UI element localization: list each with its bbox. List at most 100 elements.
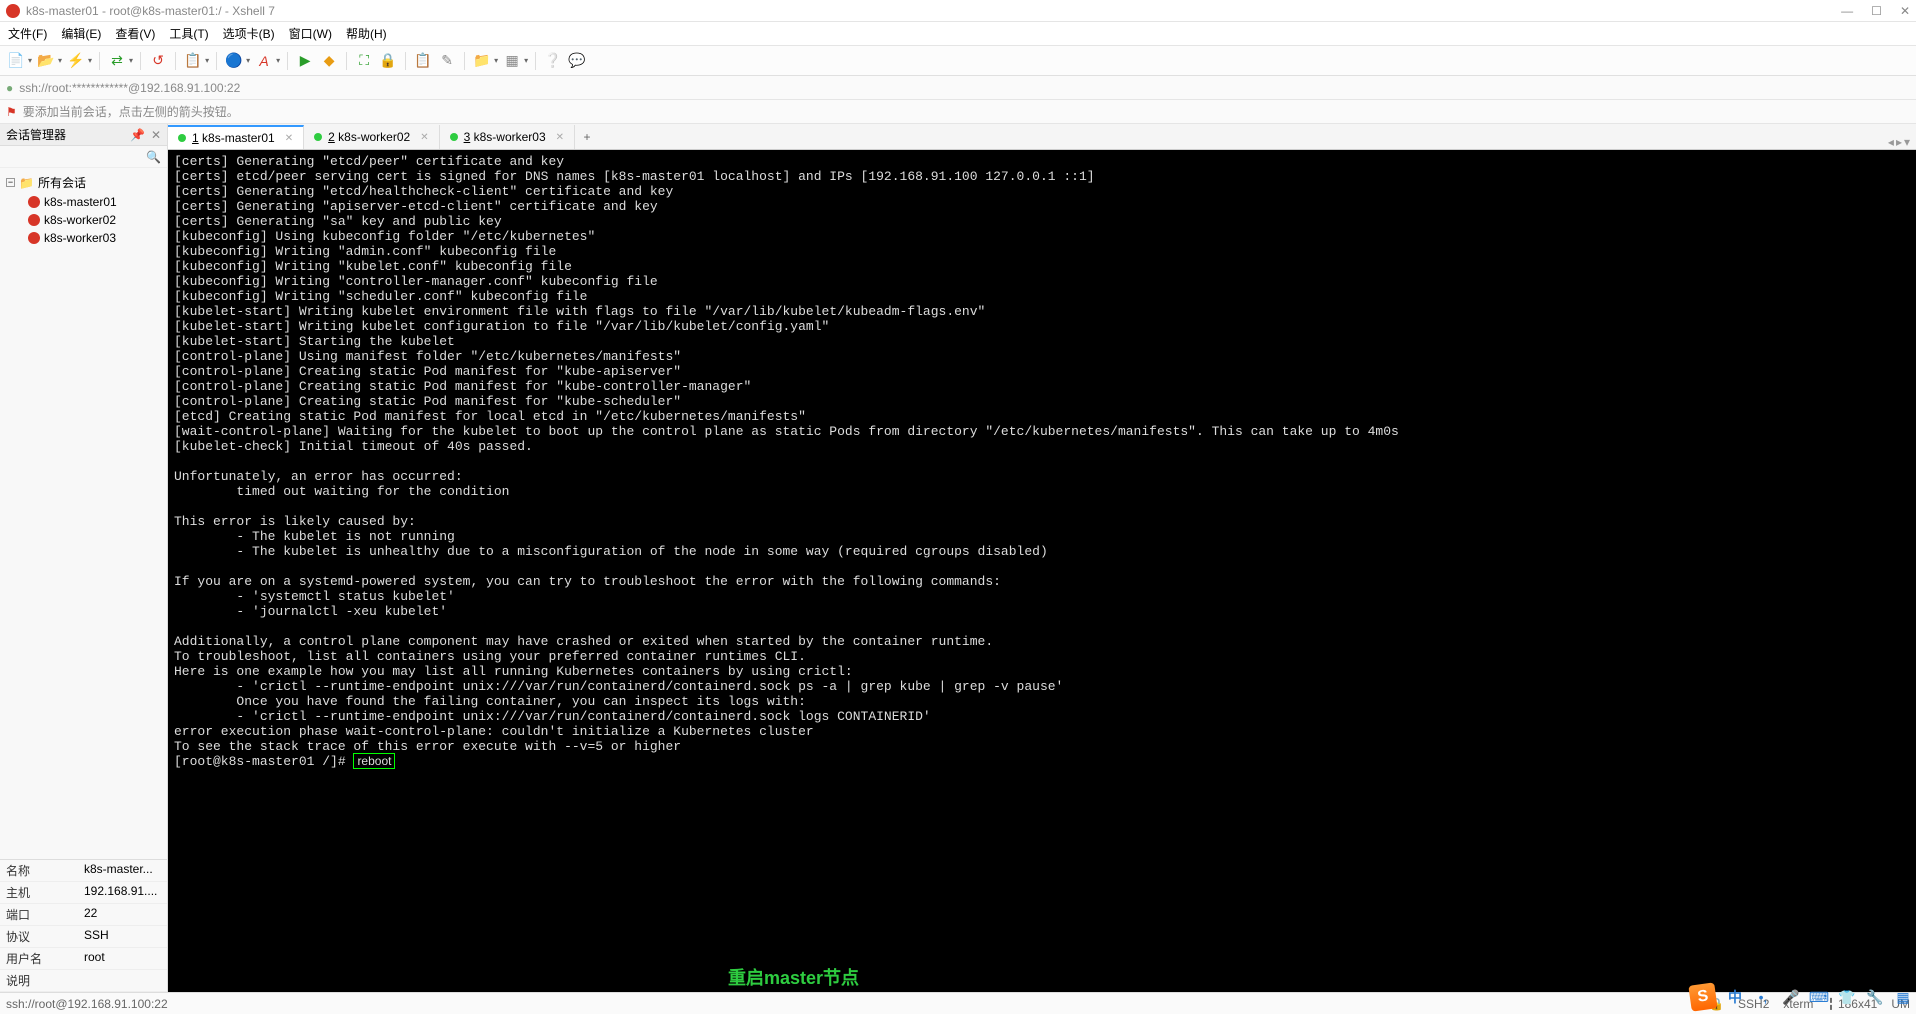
prop-port-value: 22 — [78, 904, 167, 925]
session-item-worker03[interactable]: k8s-worker03 — [4, 229, 163, 247]
prop-desc-label: 说明 — [0, 970, 78, 991]
ime-voice-icon[interactable]: 🎤 — [1782, 988, 1800, 1006]
ime-grid-icon[interactable]: ▦ — [1894, 988, 1912, 1006]
menu-tools[interactable]: 工具(T) — [169, 25, 208, 42]
host-icon — [28, 232, 40, 244]
open-session-icon[interactable]: 📂 — [36, 51, 56, 71]
session-manager-sidebar: 会话管理器 📌 ✕ 🔍 − 📁 所有会话 k8s-master01 k8s-wo… — [0, 124, 168, 992]
hint-bar: ⚑ 要添加当前会话，点击左侧的箭头按钮。 — [0, 100, 1916, 124]
tab-close-icon[interactable]: ✕ — [420, 132, 428, 143]
prop-host-value: 192.168.91.... — [78, 882, 167, 903]
tab-prev-icon[interactable]: ◂ — [1888, 135, 1894, 149]
toolbar: 📄▾ 📂▾ ⚡▾ ⇄▾ ↺ 📋▾ 🔵▾ A▾ ▶ ◆ ⛶ 🔒 📋 ✎ 📁▾ ▦▾… — [0, 46, 1916, 76]
ime-punct-icon[interactable]: •, — [1754, 988, 1772, 1006]
quick-connect-icon[interactable]: ⚡ — [66, 51, 86, 71]
search-icon: 🔍 — [146, 150, 161, 164]
menu-view[interactable]: 查看(V) — [115, 25, 155, 42]
new-session-icon[interactable]: 📄 — [6, 51, 26, 71]
folder-icon[interactable]: 📁 — [472, 51, 492, 71]
session-item-master01[interactable]: k8s-master01 — [4, 193, 163, 211]
tab-master01[interactable]: 1 k8s-master01 ✕ — [168, 125, 304, 149]
tab-add-button[interactable]: + — [575, 125, 599, 149]
sidebar-title-bar: 会话管理器 📌 ✕ — [0, 124, 167, 146]
tab-next-icon[interactable]: ▸ — [1896, 135, 1902, 149]
session-label: k8s-master01 — [44, 195, 117, 209]
help-icon[interactable]: ❔ — [543, 51, 563, 71]
terminal-annotation: 重启master节点 — [728, 971, 859, 986]
sidebar-search[interactable]: 🔍 — [0, 146, 167, 168]
terminal-tabs: 1 k8s-master01 ✕ 2 k8s-worker02 ✕ 3 k8s-… — [168, 124, 1916, 150]
ime-tool-icon[interactable]: 🔧 — [1866, 988, 1884, 1006]
ime-lang[interactable]: 中 — [1726, 988, 1744, 1006]
font-icon[interactable]: A — [254, 51, 274, 71]
tab-close-icon[interactable]: ✕ — [285, 133, 293, 144]
titlebar: k8s-master01 - root@k8s-master01:/ - Xsh… — [0, 0, 1916, 22]
tab-close-icon[interactable]: ✕ — [556, 132, 564, 143]
address-text[interactable]: ssh://root:************@192.168.91.100:2… — [19, 81, 240, 95]
prop-protocol-label: 协议 — [0, 926, 78, 947]
status-dot-icon — [314, 133, 322, 141]
maximize-button[interactable]: ☐ — [1871, 4, 1882, 18]
comment-icon[interactable]: 💬 — [567, 51, 587, 71]
address-bullet-icon: ● — [6, 81, 13, 95]
properties-icon[interactable]: 📋 — [183, 51, 203, 71]
host-icon — [28, 214, 40, 226]
tree-root-label: 所有会话 — [38, 174, 86, 191]
start-icon[interactable]: ▶ — [295, 51, 315, 71]
terminal-output[interactable]: [certs] Generating "etcd/peer" certifica… — [168, 150, 1916, 992]
session-tree: − 📁 所有会话 k8s-master01 k8s-worker02 k8s-w… — [0, 168, 167, 251]
tree-root[interactable]: − 📁 所有会话 — [4, 172, 163, 193]
folder-icon: 📁 — [19, 176, 34, 190]
prop-name-label: 名称 — [0, 860, 78, 881]
sogou-ime-icon[interactable]: S — [1688, 982, 1717, 1011]
host-icon — [28, 196, 40, 208]
menu-tab[interactable]: 选项卡(B) — [223, 25, 275, 42]
session-label: k8s-worker03 — [44, 231, 116, 245]
session-label: k8s-worker02 — [44, 213, 116, 227]
transfer-icon[interactable]: ⇄ — [107, 51, 127, 71]
fullscreen-icon[interactable]: ⛶ — [354, 51, 374, 71]
prop-port-label: 端口 — [0, 904, 78, 925]
session-item-worker02[interactable]: k8s-worker02 — [4, 211, 163, 229]
menu-edit[interactable]: 编辑(E) — [61, 25, 101, 42]
ime-tray: S 中 •, 🎤 ⌨ 👕 🔧 ▦ — [1690, 984, 1912, 1010]
statusbar: ssh://root@192.168.91.100:22 🔒 SSH2 xter… — [0, 992, 1916, 1014]
hint-text: 要添加当前会话，点击左侧的箭头按钮。 — [23, 103, 239, 120]
reconnect-icon[interactable]: ↺ — [148, 51, 168, 71]
app-icon — [6, 4, 20, 18]
tab-worker02[interactable]: 2 k8s-worker02 ✕ — [304, 125, 439, 149]
layout-icon[interactable]: ▦ — [502, 51, 522, 71]
prop-desc-value — [78, 970, 167, 991]
session-properties: 名称k8s-master... 主机192.168.91.... 端口22 协议… — [0, 859, 167, 992]
status-address: ssh://root@192.168.91.100:22 — [6, 997, 168, 1011]
content-area: 1 k8s-master01 ✕ 2 k8s-worker02 ✕ 3 k8s-… — [168, 124, 1916, 992]
prop-name-value: k8s-master... — [78, 860, 167, 881]
prop-host-label: 主机 — [0, 882, 78, 903]
status-dot-icon — [178, 134, 186, 142]
status-dot-icon — [450, 133, 458, 141]
ime-keyboard-icon[interactable]: ⌨ — [1810, 988, 1828, 1006]
prop-user-value: root — [78, 948, 167, 969]
prop-user-label: 用户名 — [0, 948, 78, 969]
minimize-button[interactable]: — — [1841, 4, 1853, 18]
close-button[interactable]: ✕ — [1900, 4, 1910, 18]
sidebar-close-icon[interactable]: ✕ — [151, 128, 161, 142]
sidebar-pin-icon[interactable]: 📌 — [130, 128, 145, 142]
hint-flag-icon: ⚑ — [6, 105, 17, 119]
tab-list-icon[interactable]: ▾ — [1904, 135, 1910, 149]
menu-help[interactable]: 帮助(H) — [346, 25, 387, 42]
menu-file[interactable]: 文件(F) — [8, 25, 47, 42]
sidebar-title: 会话管理器 — [6, 126, 66, 143]
prop-protocol-value: SSH — [78, 926, 167, 947]
tab-worker03[interactable]: 3 k8s-worker03 ✕ — [440, 125, 575, 149]
menu-window[interactable]: 窗口(W) — [289, 25, 332, 42]
ime-skin-icon[interactable]: 👕 — [1838, 988, 1856, 1006]
color-scheme-icon[interactable]: 🔵 — [224, 51, 244, 71]
stop-icon[interactable]: ◆ — [319, 51, 339, 71]
collapse-icon[interactable]: − — [6, 178, 15, 187]
script-icon[interactable]: ✎ — [437, 51, 457, 71]
lock-icon[interactable]: 🔒 — [378, 51, 398, 71]
menubar: 文件(F) 编辑(E) 查看(V) 工具(T) 选项卡(B) 窗口(W) 帮助(… — [0, 22, 1916, 46]
address-bar: ● ssh://root:************@192.168.91.100… — [0, 76, 1916, 100]
paste-icon[interactable]: 📋 — [413, 51, 433, 71]
